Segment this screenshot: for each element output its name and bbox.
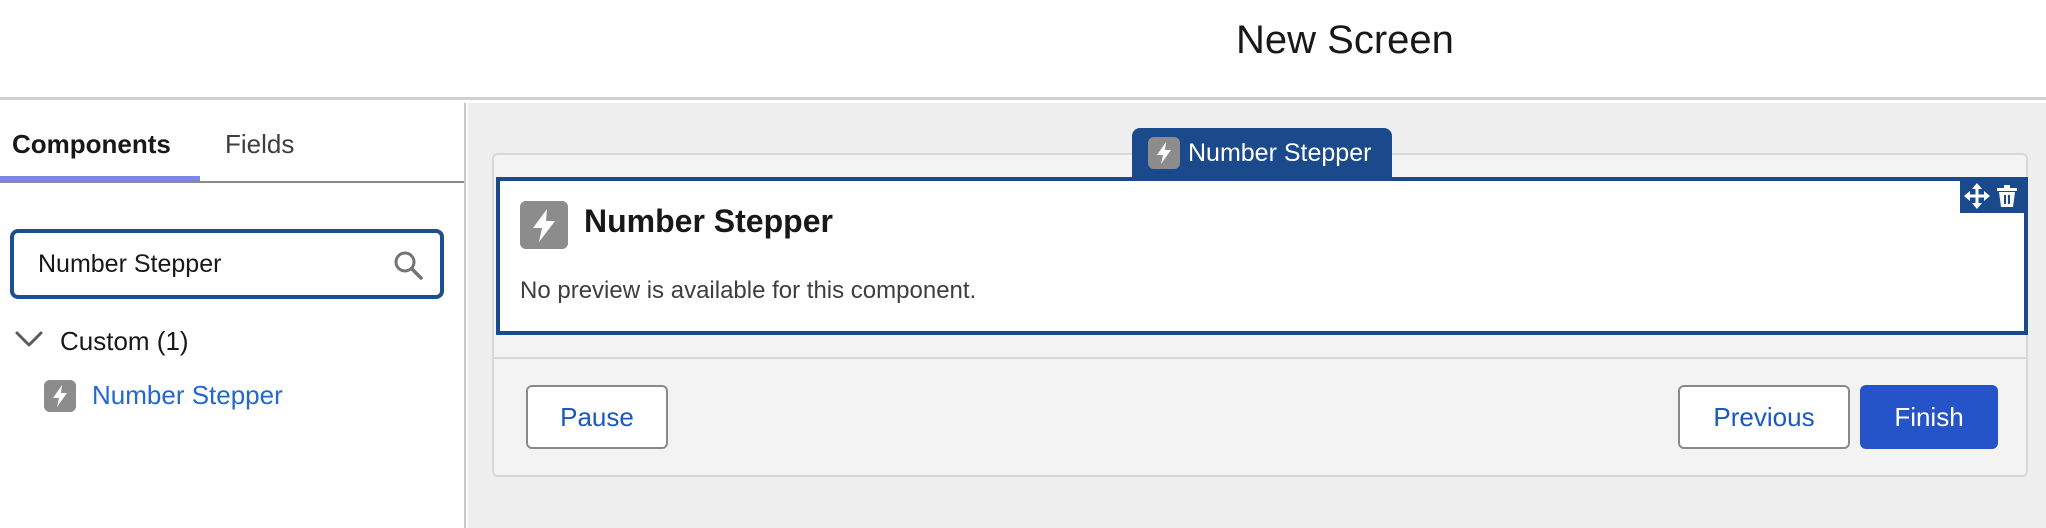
pause-button[interactable]: Pause	[526, 385, 668, 449]
selected-component-tag: Number Stepper	[1132, 128, 1392, 180]
tab-fields[interactable]: Fields	[225, 129, 294, 160]
component-preview-note: No preview is available for this compone…	[520, 277, 977, 304]
search-box	[10, 229, 444, 299]
app-header: New Screen	[0, 0, 2046, 100]
sidebar: Components Fields Custom (1) Number Step…	[0, 103, 466, 528]
tab-components[interactable]: Components	[12, 129, 171, 160]
tag-label: Number Stepper	[1188, 139, 1372, 167]
selected-component[interactable]: Number Stepper No preview is available f…	[496, 177, 2028, 335]
footer-divider	[494, 357, 2026, 359]
component-item-label: Number Stepper	[92, 380, 283, 410]
finish-button[interactable]: Finish	[1860, 385, 1998, 449]
chevron-down-icon	[15, 331, 43, 347]
component-title: Number Stepper	[584, 203, 833, 239]
bolt-icon	[1148, 137, 1180, 169]
screen-canvas: Number Stepper Number Stepper No preview…	[468, 103, 2046, 528]
bolt-icon	[520, 201, 568, 249]
search-input[interactable]	[38, 247, 368, 281]
sidebar-tabs: Components Fields	[0, 103, 464, 183]
bolt-icon	[44, 380, 76, 412]
page-title: New Screen	[1236, 18, 1454, 62]
group-label: Custom (1)	[60, 326, 189, 356]
search-icon[interactable]	[392, 249, 424, 281]
active-tab-indicator	[0, 176, 200, 181]
component-toolbar	[1960, 181, 2024, 213]
trash-icon[interactable]	[1994, 183, 2020, 209]
move-icon[interactable]	[1964, 183, 1990, 209]
previous-button[interactable]: Previous	[1678, 385, 1850, 449]
